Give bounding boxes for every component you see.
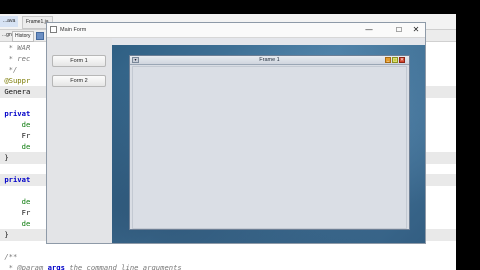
- frame1-internal-window: ▾ Frame 1 _ □ ✕: [129, 55, 410, 230]
- code-line: * @param args the command line arguments: [0, 262, 456, 270]
- main-form-titlebar[interactable]: Main Form — ☐ ✕: [47, 23, 425, 38]
- button-panel: Form 1 Form 2: [47, 38, 112, 243]
- toolbar-icon[interactable]: [36, 32, 44, 40]
- code-token: privat: [0, 175, 31, 184]
- history-tab[interactable]: History: [12, 31, 34, 42]
- code-token: *: [0, 263, 18, 270]
- maximize-icon[interactable]: □: [392, 57, 398, 63]
- code-token: Genera: [0, 87, 31, 96]
- frame1-titlebar[interactable]: ▾ Frame 1 _ □ ✕: [130, 56, 409, 65]
- desktop-pane: ▾ Frame 1 _ □ ✕: [112, 45, 425, 243]
- form1-button[interactable]: Form 1: [52, 55, 106, 67]
- code-token: de: [0, 197, 31, 206]
- code-token: de: [0, 120, 31, 129]
- code-token: de: [0, 219, 31, 228]
- window-title: Main Form: [60, 27, 87, 33]
- form2-button[interactable]: Form 2: [52, 75, 106, 87]
- minimize-icon[interactable]: _: [385, 57, 391, 63]
- code-token: privat: [0, 109, 31, 118]
- frame-title: Frame 1: [259, 57, 280, 63]
- code-token: }: [0, 230, 9, 239]
- app-icon: [50, 26, 57, 33]
- design-tab[interactable]: ...gn: [2, 31, 12, 40]
- code-token: }: [0, 153, 9, 162]
- code-token: * rec: [0, 54, 31, 63]
- maximize-icon[interactable]: ☐: [390, 23, 408, 37]
- code-token: @Suppr: [0, 76, 31, 85]
- code-token: @param: [17, 263, 44, 270]
- code-token: Fr: [0, 131, 31, 140]
- minimize-icon[interactable]: —: [360, 23, 378, 37]
- screen: ...ava Frame1.ja ...gn History * WAR * r…: [0, 0, 480, 270]
- main-form-window: Main Form — ☐ ✕ Form 1 Form 2 ▾ Frame 1 …: [46, 22, 426, 244]
- ide-tab[interactable]: ...ava: [0, 16, 19, 27]
- code-token: Fr: [0, 208, 31, 217]
- code-token: the command line arguments: [64, 263, 182, 270]
- close-icon[interactable]: ✕: [399, 57, 405, 63]
- frame1-content: [132, 66, 407, 229]
- code-token: de: [0, 142, 31, 151]
- close-icon[interactable]: ✕: [407, 23, 425, 37]
- code-token: /**: [0, 252, 18, 261]
- code-token: * WAR: [0, 43, 31, 52]
- code-token: */: [0, 65, 18, 74]
- right-letterbox: [456, 0, 480, 270]
- code-token: args: [43, 263, 65, 270]
